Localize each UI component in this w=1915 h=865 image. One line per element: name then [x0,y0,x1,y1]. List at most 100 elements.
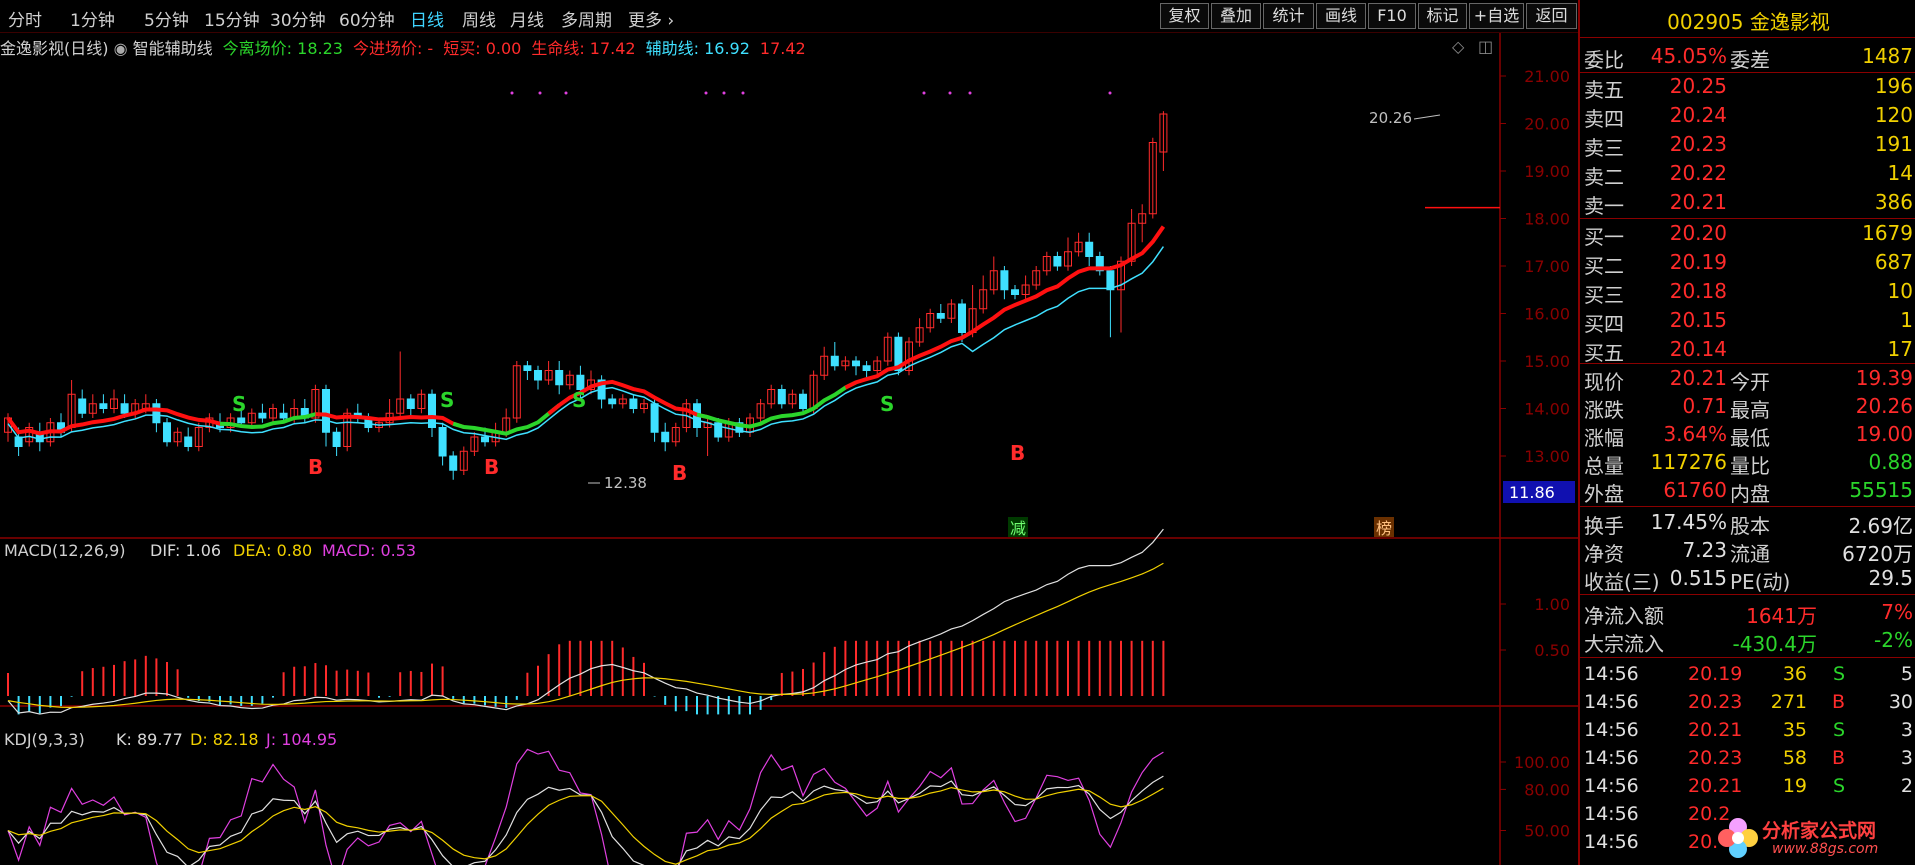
level-price: 20.22 [1669,161,1727,185]
level-label: 买二 [1584,254,1624,278]
period-10[interactable]: 更多 › [628,6,674,31]
period-4[interactable]: 30分钟 [270,6,326,31]
toolbar-button-4[interactable]: F10 [1368,3,1416,29]
tick-row[interactable]: 14:56 20.21 19 S 2 [1580,773,1915,801]
flow-percent: -2% [1874,628,1913,652]
value-2: 19.39 [1855,366,1913,390]
signal-dot [1108,91,1112,95]
value: 3.64% [1663,422,1727,446]
period-label: 周线 [462,11,496,31]
period-label: 分时 [8,11,42,31]
kdj-d: D: 82.18 [190,730,259,749]
current-price-label: 11.86 [1509,483,1555,502]
toolbar-button-6[interactable]: +自选 [1469,3,1524,29]
level-price: 20.23 [1669,132,1727,156]
label-2: 最低 [1730,426,1770,450]
legend-item: 今离场价: 18.23 [222,39,343,58]
kdj-d-line [7,786,1164,865]
period-9[interactable]: 多周期 [561,6,612,31]
toolbar-button-0[interactable]: 复权 [1160,3,1209,29]
signal-dot [968,91,972,95]
event-marker[interactable]: 减 [1010,519,1026,538]
tick-price: 20.21 [1688,775,1743,797]
candle-body [184,436,193,447]
level-label: 卖四 [1584,107,1624,131]
diamond-icon[interactable]: ◇ [1452,37,1464,56]
toolbar-button-2[interactable]: 统计 [1263,3,1314,29]
signal-s: S [232,392,246,416]
tick-row[interactable]: 14:56 20.23 58 B 3 [1580,745,1915,773]
kline-svg[interactable]: 21.00 20.00 19.00 18.00 17.00 16.00 15.00 14.00… [0,33,1578,865]
toolbar-button-5[interactable]: 标记 [1418,3,1467,29]
candle-body [958,303,966,333]
stat-row-2: 换手 17.45% 股本 2.69亿 [1580,508,1915,538]
signal-b: B [1010,441,1025,465]
toolbar-button-3[interactable]: 画线 [1316,3,1366,29]
period-0[interactable]: 分时 [8,6,42,31]
watermark-url: www.88gs.com [1772,841,1879,857]
window-toggle-icon[interactable]: ◫ [1478,37,1493,56]
value-2: 0.88 [1868,450,1913,474]
flow-value: -430.4万 [1732,632,1817,656]
tick-row[interactable]: 14:56 20.23 271 B 30 [1580,689,1915,717]
period-6[interactable]: 日线 [410,6,444,31]
watermark-title: 分析家公式网 [1762,820,1877,842]
tick-price: 20.19 [1688,663,1743,685]
tick-count: 30 [1888,691,1913,713]
level-volume: 120 [1874,103,1913,127]
candle-body [534,370,542,381]
signal-dot [704,91,708,95]
candle-body [152,403,161,424]
stat-row: 涨幅 3.64% 最低 19.00 [1580,420,1915,450]
signal-s: S [440,388,454,412]
candle-body [120,403,129,414]
candle-body [332,431,341,447]
period-toolbar: 分时 1分钟 5分钟 15分钟 30分钟 60分钟 日线 周线 月线 多周期 更多 › 复权 叠加 统计画… [0,0,1578,33]
tick-time: 14:56 [1584,663,1639,685]
candle-body [852,360,860,367]
dea-line [7,562,1164,708]
period-1[interactable]: 1分钟 [70,6,115,31]
level-label: 卖一 [1584,194,1624,218]
stat-row: 现价 20.21 今开 19.39 [1580,364,1915,394]
period-5[interactable]: 60分钟 [339,6,395,31]
y-tick-label: 18.00 [1524,210,1570,229]
period-8[interactable]: 月线 [510,6,544,31]
tick-count: 3 [1900,747,1913,769]
stock-terminal: 分时 1分钟 5分钟 15分钟 30分钟 60分钟 日线 周线 月线 多周期 更多 › 复权 叠加 统计画… [0,0,1915,865]
value-2: 19.00 [1855,422,1913,446]
toolbar-button-1[interactable]: 叠加 [1211,3,1261,29]
tick-side: S [1832,775,1845,797]
value-2: 6720万 [1842,542,1913,566]
tick-side: B [1831,747,1845,769]
label-2: 流通 [1730,542,1770,566]
level-price: 20.15 [1669,308,1727,332]
value-2: 2.69亿 [1848,514,1913,538]
value: 45.05% [1650,44,1727,68]
tick-count: 2 [1900,775,1913,797]
level-price: 20.14 [1669,337,1727,361]
tick-row[interactable]: 14:56 20.19 36 S 5 [1580,661,1915,689]
tick-time: 14:56 [1584,691,1639,713]
period-3[interactable]: 15分钟 [204,6,260,31]
signal-b: B [672,461,687,485]
toolbar-button-7[interactable]: 返回 [1526,3,1577,29]
event-marker[interactable]: 榜 [1376,519,1392,538]
period-7[interactable]: 周线 [462,6,496,31]
indicator-settings-icon[interactable]: ◉ [109,39,133,58]
panel-divider [1580,37,1915,38]
label: 收益(三) [1584,570,1660,594]
y-tick-label: 16.00 [1524,305,1570,324]
tick-row[interactable]: 14:56 20.21 35 S 3 [1580,717,1915,745]
candle-body [799,393,807,409]
y-tick-label: 21.00 [1524,67,1570,86]
signal-b: B [308,455,323,479]
life-line-segment [844,225,1166,390]
macd-value: MACD: 0.53 [322,541,416,560]
chart-area[interactable]: 21.00 20.00 19.00 18.00 17.00 16.00 15.00 14.00… [0,33,1578,865]
period-2[interactable]: 5分钟 [144,6,189,31]
level-label: 买五 [1584,341,1624,365]
candle-body [258,412,267,419]
kdj-j-line [7,748,1164,865]
sell-row-1: 卖一 20.21 386 [1580,188,1915,218]
